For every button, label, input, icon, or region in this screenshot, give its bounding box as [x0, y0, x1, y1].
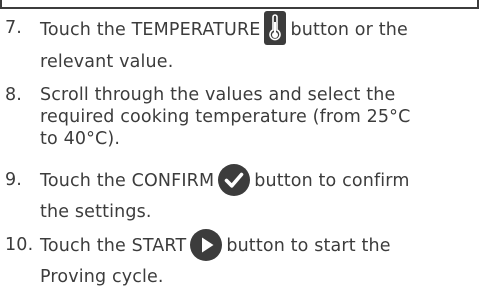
step-text-line1: Scroll through the values and select the	[40, 85, 396, 105]
step-text-line2: Proving cycle.	[40, 267, 164, 287]
step-text-line2: the settings.	[40, 202, 152, 222]
step-text-before-icon: Touch the CONFIRM	[40, 171, 215, 191]
thermometer-icon	[264, 11, 287, 45]
step-text: Touch the CONFIRM button to confirm the …	[40, 164, 475, 228]
step-number: 10.	[5, 235, 34, 255]
top-border-rule	[0, 0, 479, 9]
step-text-line2: required cooking temperature (from 25°C	[40, 107, 411, 127]
step-text-before-icon: Touch the TEMPERATURE	[40, 20, 261, 40]
step-text-after-icon: button to start the	[226, 236, 391, 256]
checkmark-circle-icon	[218, 164, 251, 196]
step-text-before-icon: Touch the START	[40, 236, 187, 256]
step-text: Scroll through the values and select the…	[40, 84, 475, 150]
step-text-after-icon: button to confirm	[254, 171, 410, 191]
step-text: Touch the TEMPERATURE button or the rele…	[40, 11, 475, 78]
step-text-line3: to 40°C).	[40, 129, 121, 149]
step-number: 7.	[5, 18, 22, 38]
step-text: Touch the START button to start the Prov…	[40, 229, 475, 293]
play-icon	[190, 229, 223, 261]
step-number: 9.	[5, 170, 22, 190]
step-number: 8.	[5, 85, 22, 105]
step-text-after-icon: button or the	[290, 20, 408, 40]
step-text-line2: relevant value.	[40, 52, 174, 72]
